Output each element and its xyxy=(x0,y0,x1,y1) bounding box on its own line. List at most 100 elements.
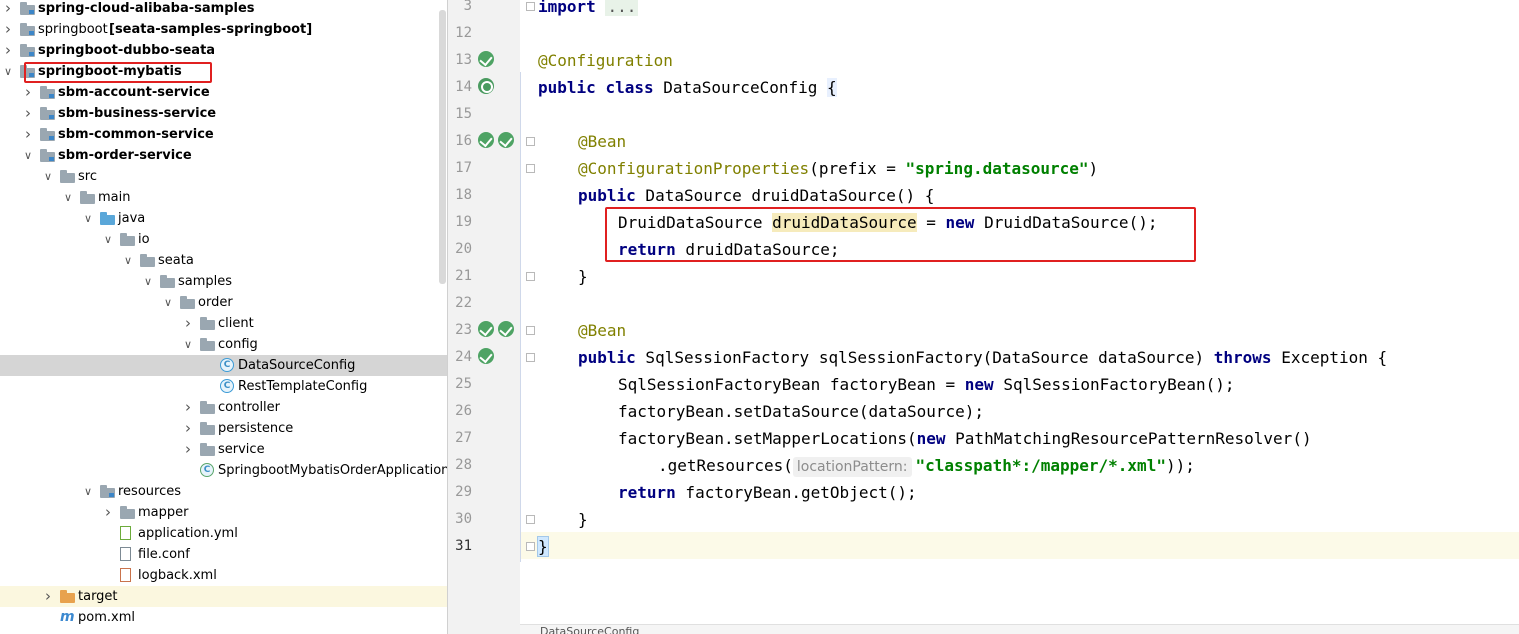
line-number[interactable]: 30 xyxy=(448,506,472,533)
code-line-24[interactable]: public SqlSessionFactory sqlSessionFacto… xyxy=(578,344,1387,371)
tree-item[interactable]: › sbm-account-service xyxy=(0,82,447,103)
chevron-right-icon[interactable]: › xyxy=(22,124,34,145)
chevron-right-icon[interactable]: › xyxy=(22,103,34,124)
fold-marker-icon[interactable] xyxy=(526,326,535,335)
line-number[interactable]: 14 xyxy=(448,74,472,101)
code-line-18[interactable]: public DataSource druidDataSource() { xyxy=(578,182,934,209)
chevron-right-icon[interactable]: › xyxy=(182,439,194,460)
line-number[interactable]: 27 xyxy=(448,425,472,452)
code-line-14[interactable]: public class DataSourceConfig { xyxy=(538,74,837,101)
code-line-13[interactable]: @Configuration xyxy=(538,47,673,74)
code-line-25[interactable]: SqlSessionFactoryBean factoryBean = new … xyxy=(618,371,1235,398)
editor-breadcrumb[interactable]: DataSourceConfig xyxy=(520,624,1519,634)
code-line-31[interactable]: } xyxy=(537,533,549,560)
line-number[interactable]: 20 xyxy=(448,236,472,263)
chevron-down-icon[interactable]: ∨ xyxy=(122,250,134,271)
chevron-down-icon[interactable]: ∨ xyxy=(142,271,154,292)
line-number[interactable]: 17 xyxy=(448,155,472,182)
tree-item[interactable]: C SpringbootMybatisOrderApplication xyxy=(0,460,447,481)
spring-bean-gutter-icon[interactable] xyxy=(478,51,494,67)
code-line-23[interactable]: @Bean xyxy=(578,317,626,344)
tree-item[interactable]: ∨ resources xyxy=(0,481,447,502)
tree-item[interactable]: › client xyxy=(0,313,447,334)
chevron-right-icon[interactable]: › xyxy=(42,586,54,607)
fold-marker-icon[interactable] xyxy=(526,542,535,551)
code-line-28[interactable]: .getResources(locationPattern: "classpath… xyxy=(658,452,1195,479)
fold-marker-icon[interactable] xyxy=(526,272,535,281)
fold-marker-icon[interactable] xyxy=(526,137,535,146)
line-number[interactable]: 29 xyxy=(448,479,472,506)
line-number[interactable]: 18 xyxy=(448,182,472,209)
tree-item[interactable]: › spring-cloud-alibaba-samples xyxy=(0,0,447,19)
line-number[interactable]: 22 xyxy=(448,290,472,317)
tree-item[interactable]: ∨ config xyxy=(0,334,447,355)
tree-item[interactable]: file.conf xyxy=(0,544,447,565)
tree-item[interactable]: ∨ order xyxy=(0,292,447,313)
line-number[interactable]: 12 xyxy=(448,20,472,47)
tree-item[interactable]: › service xyxy=(0,439,447,460)
chevron-right-icon[interactable]: › xyxy=(2,0,14,19)
spring-bean-gutter-icon[interactable] xyxy=(478,132,494,148)
chevron-right-icon[interactable]: › xyxy=(182,313,194,334)
code-line-3[interactable]: import ... xyxy=(538,0,639,20)
tree-item[interactable]: › sbm-common-service xyxy=(0,124,447,145)
chevron-right-icon[interactable]: › xyxy=(2,40,14,61)
line-number[interactable]: 19 xyxy=(448,209,472,236)
fold-marker-icon[interactable] xyxy=(526,515,535,524)
tree-item[interactable]: m pom.xml xyxy=(0,607,447,628)
code-line-16[interactable]: @Bean xyxy=(578,128,626,155)
chevron-right-icon[interactable]: › xyxy=(182,418,194,439)
fold-marker-icon[interactable] xyxy=(526,2,535,11)
spring-bean-check-icon[interactable] xyxy=(498,321,514,337)
code-line-30[interactable]: } xyxy=(578,506,588,533)
line-number[interactable]: 25 xyxy=(448,371,472,398)
chevron-down-icon[interactable]: ∨ xyxy=(162,292,174,313)
tree-item[interactable]: ∨ seata xyxy=(0,250,447,271)
tree-item[interactable]: ∨ io xyxy=(0,229,447,250)
tree-scrollbar[interactable] xyxy=(439,10,446,284)
tree-item[interactable]: ∨ main xyxy=(0,187,447,208)
line-number[interactable]: 23 xyxy=(448,317,472,344)
chevron-right-icon[interactable]: › xyxy=(22,82,34,103)
spring-bean-gutter-icon[interactable] xyxy=(478,348,494,364)
chevron-down-icon[interactable]: ∨ xyxy=(42,166,54,187)
tree-item[interactable]: C DataSourceConfig xyxy=(0,355,447,376)
fold-marker-icon[interactable] xyxy=(526,164,535,173)
line-number[interactable]: 15 xyxy=(448,101,472,128)
tree-item[interactable]: › controller xyxy=(0,397,447,418)
spring-bean-check-icon[interactable] xyxy=(498,132,514,148)
chevron-down-icon[interactable]: ∨ xyxy=(102,229,114,250)
tree-item[interactable]: ∨ sbm-order-service xyxy=(0,145,447,166)
chevron-down-icon[interactable]: ∨ xyxy=(22,145,34,166)
tree-item[interactable]: › sbm-business-service xyxy=(0,103,447,124)
line-number[interactable]: 26 xyxy=(448,398,472,425)
chevron-down-icon[interactable]: ∨ xyxy=(2,61,14,82)
tree-item[interactable]: logback.xml xyxy=(0,565,447,586)
line-number[interactable]: 3 xyxy=(448,0,472,20)
line-number[interactable]: 21 xyxy=(448,263,472,290)
spring-config-gutter-icon[interactable] xyxy=(478,78,494,94)
chevron-down-icon[interactable]: ∨ xyxy=(82,481,94,502)
chevron-down-icon[interactable]: ∨ xyxy=(62,187,74,208)
code-line-17[interactable]: @ConfigurationProperties(prefix = "sprin… xyxy=(578,155,1098,182)
tree-item[interactable]: › springboot [seata-samples-springboot] xyxy=(0,19,447,40)
chevron-right-icon[interactable]: › xyxy=(182,397,194,418)
line-number[interactable]: 28 xyxy=(448,452,472,479)
code-line-21[interactable]: } xyxy=(578,263,588,290)
chevron-down-icon[interactable]: ∨ xyxy=(182,334,194,355)
line-number[interactable]: 13 xyxy=(448,47,472,74)
tree-item[interactable]: › mapper xyxy=(0,502,447,523)
code-line-26[interactable]: factoryBean.setDataSource(dataSource); xyxy=(618,398,984,425)
tree-item[interactable]: application.yml xyxy=(0,523,447,544)
breadcrumb-item[interactable]: DataSourceConfig xyxy=(540,625,639,634)
tree-item[interactable]: C RestTemplateConfig xyxy=(0,376,447,397)
line-number[interactable]: 16 xyxy=(448,128,472,155)
tree-item[interactable]: ∨ src xyxy=(0,166,447,187)
spring-bean-gutter-icon[interactable] xyxy=(478,321,494,337)
code-line-27[interactable]: factoryBean.setMapperLocations(new PathM… xyxy=(618,425,1312,452)
folded-imports[interactable]: ... xyxy=(605,0,639,16)
chevron-down-icon[interactable]: ∨ xyxy=(82,208,94,229)
tree-item[interactable]: ∨ samples xyxy=(0,271,447,292)
tree-item[interactable]: › target xyxy=(0,586,447,607)
chevron-right-icon[interactable]: › xyxy=(2,19,14,40)
